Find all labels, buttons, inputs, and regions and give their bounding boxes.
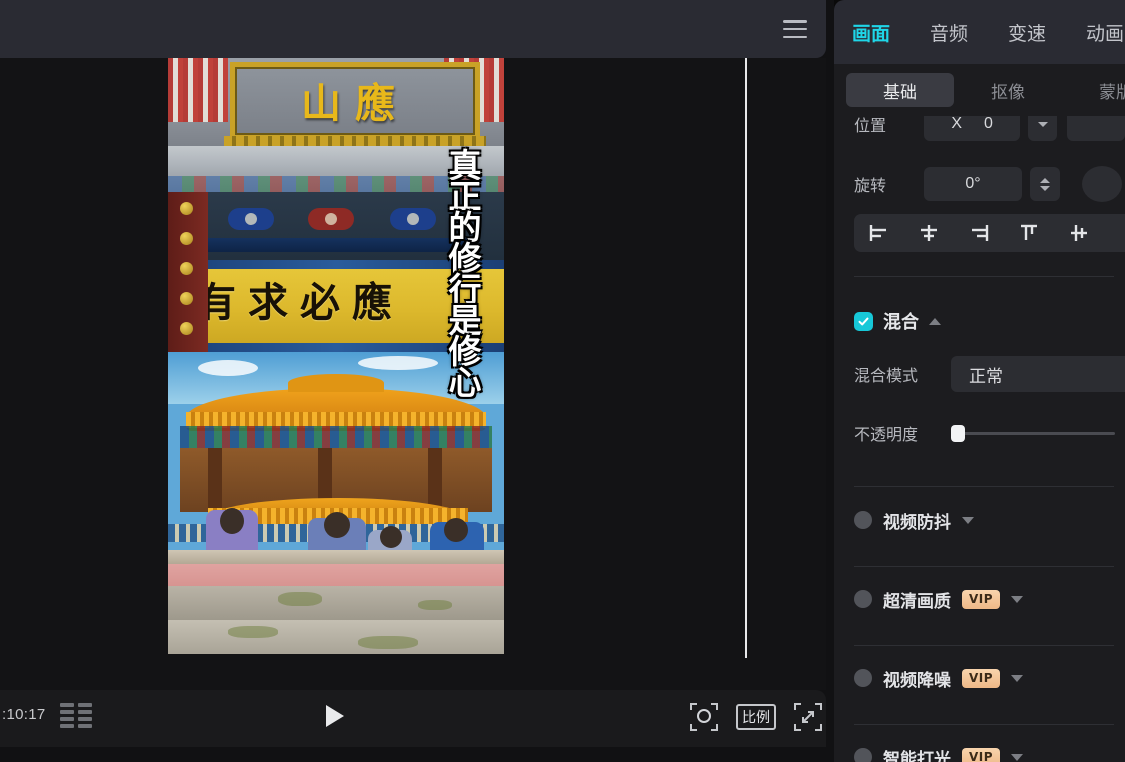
denoise-label: 视频降噪 [883, 666, 951, 691]
smart-lighting-toggle[interactable] [854, 748, 872, 762]
temple-plaque: 山應 [230, 62, 480, 140]
step-stone-upper [168, 586, 504, 620]
fullscreen-expand-icon[interactable] [794, 703, 822, 731]
denoise-expand-chevron-icon[interactable] [1011, 675, 1023, 682]
preview-column: 山應 有求必應 [0, 0, 834, 762]
smart-lighting-expand-chevron-icon[interactable] [1011, 754, 1023, 761]
lintel-cartouche-red [308, 208, 354, 230]
position-label: 位置 [854, 116, 924, 136]
temple-roof-ridge [288, 374, 384, 392]
opacity-label: 不透明度 [854, 421, 939, 445]
zoom-to-fit-icon[interactable] [690, 703, 718, 731]
properties-scroll-area[interactable]: 位置 X 0 旋转 0° [834, 116, 1125, 762]
rotate-stepper[interactable] [1030, 167, 1060, 201]
temple-beam-band [168, 146, 504, 192]
position-x-stepper[interactable] [1028, 116, 1057, 141]
lintel-strip [198, 238, 474, 252]
position-x-value: 0 [984, 116, 993, 133]
position-y-field[interactable] [1067, 116, 1125, 141]
stabilization-toggle[interactable] [854, 511, 872, 529]
position-x-axis: X [951, 116, 962, 133]
tab-audio[interactable]: 音频 [930, 19, 968, 46]
temple-plaque-text: 山應 [235, 71, 475, 129]
blend-mode-row: 混合模式 正常 [854, 356, 1125, 392]
storyboard-grid-icon[interactable] [60, 703, 92, 731]
subtab-mask[interactable]: 蒙版 [1062, 73, 1125, 107]
temple-steps-band [168, 550, 504, 654]
temple-lintel-band [168, 192, 504, 260]
tab-speed[interactable]: 变速 [1008, 19, 1046, 46]
play-button[interactable] [326, 705, 344, 727]
temple-eave-decor [180, 426, 492, 448]
super-resolution-expand-chevron-icon[interactable] [1011, 596, 1023, 603]
lintel-cartouche-blue-right [390, 208, 436, 230]
align-center-horizontal-icon[interactable] [904, 214, 954, 252]
temple-curtain-left [168, 58, 228, 122]
panel-tab-bar: 画面 音频 变速 动画 [834, 0, 1125, 64]
position-row: 位置 X 0 [834, 116, 1125, 152]
blend-mode-label: 混合模式 [854, 362, 939, 386]
beam-decoration [168, 176, 504, 192]
rotate-value-field[interactable]: 0° [924, 167, 1022, 201]
rotate-label: 旋转 [854, 172, 924, 196]
vip-badge: VIP [962, 669, 1000, 688]
feature-row-denoise: 视频降噪 VIP [854, 660, 1125, 696]
opacity-row: 不透明度 [854, 421, 1125, 445]
banner-edge-top [168, 260, 504, 269]
align-top-icon[interactable] [1004, 214, 1054, 252]
step-pink-riser [168, 564, 504, 586]
position-x-field[interactable]: X 0 [924, 116, 1020, 141]
aspect-ratio-button[interactable]: 比例 [736, 704, 776, 730]
subtab-basic[interactable]: 基础 [846, 73, 954, 107]
temple-pillar-left [168, 192, 208, 352]
hamburger-menu-icon[interactable] [783, 20, 807, 38]
temple-banner-text: 有求必應 [196, 270, 448, 328]
video-editor-window: 山應 有求必應 [0, 0, 1125, 762]
blend-section-header: 混合 [854, 308, 941, 334]
rotate-row: 旋转 0° [834, 156, 1125, 212]
blend-enable-checkbox[interactable] [854, 312, 873, 331]
tab-picture[interactable]: 画面 [852, 19, 890, 46]
vertical-guide-line [745, 58, 747, 658]
blend-section-title: 混合 [883, 308, 919, 334]
align-right-icon[interactable] [954, 214, 1004, 252]
stabilization-label: 视频防抖 [883, 508, 951, 533]
feature-row-smart-lighting: 智能打光 VIP [854, 739, 1125, 762]
feature-row-stabilization: 视频防抖 [854, 502, 1125, 538]
banner-edge-bottom [168, 343, 504, 352]
align-center-vertical-icon[interactable] [1054, 214, 1104, 252]
smart-lighting-label: 智能打光 [883, 745, 951, 762]
align-left-icon[interactable] [854, 214, 904, 252]
vip-badge: VIP [962, 748, 1000, 762]
step-ledge [168, 550, 504, 564]
lintel-cartouche-blue-left [228, 208, 274, 230]
super-resolution-toggle[interactable] [854, 590, 872, 608]
rotate-dial[interactable] [1082, 166, 1122, 202]
opacity-slider[interactable] [955, 432, 1115, 435]
tab-animation[interactable]: 动画 [1086, 19, 1124, 46]
opacity-slider-thumb[interactable] [951, 425, 965, 442]
feature-row-super-resolution: 超清画质 VIP [854, 581, 1125, 617]
super-resolution-label: 超清画质 [883, 587, 951, 612]
temple-banner-band: 有求必應 [168, 260, 504, 352]
stabilization-expand-chevron-icon[interactable] [962, 517, 974, 524]
vip-badge: VIP [962, 590, 1000, 609]
temple-plaque-band: 山應 [168, 58, 504, 146]
video-preview-frame[interactable]: 山應 有求必應 [168, 58, 504, 654]
rotate-value: 0° [965, 175, 980, 193]
properties-panel: 画面 音频 变速 动画 基础 抠像 蒙版 位置 X 0 [834, 0, 1125, 762]
blend-collapse-chevron-icon[interactable] [929, 318, 941, 325]
preview-top-bar [0, 0, 826, 58]
player-right-tools: 比例 [690, 703, 822, 731]
denoise-toggle[interactable] [854, 669, 872, 687]
step-stone-lower [168, 620, 504, 654]
alignment-toolbar [854, 214, 1125, 252]
playback-time: :10:17 [2, 706, 46, 723]
blend-mode-select[interactable]: 正常 [951, 356, 1125, 392]
subtab-keying[interactable]: 抠像 [954, 73, 1062, 107]
panel-subtab-bar: 基础 抠像 蒙版 [834, 64, 1125, 116]
